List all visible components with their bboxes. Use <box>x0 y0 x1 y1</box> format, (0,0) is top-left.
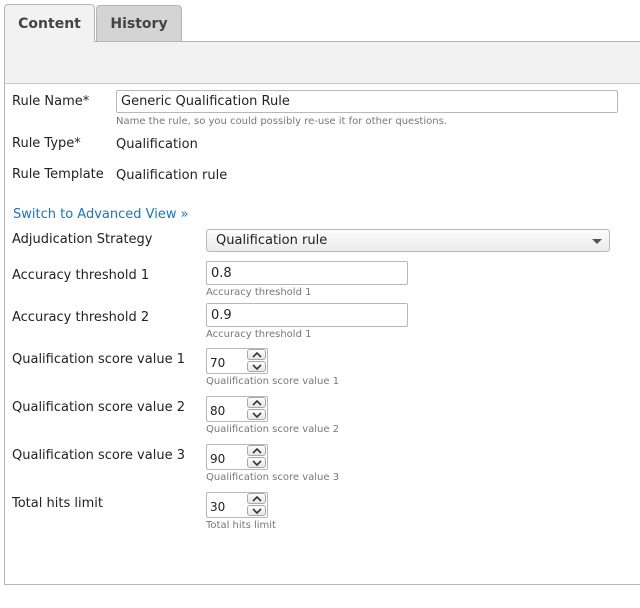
chevron-down-icon <box>252 412 262 418</box>
total-hits-limit-hint: Total hits limit <box>206 520 276 531</box>
spin-down-button[interactable] <box>247 409 266 420</box>
tab-content[interactable]: Content <box>4 4 95 42</box>
spin-up-button[interactable] <box>247 493 266 504</box>
rule-type-value: Qualification <box>116 137 198 152</box>
chevron-up-icon <box>252 448 262 454</box>
adjudication-strategy-select[interactable]: Qualification rule <box>206 229 610 252</box>
accuracy-threshold-2-hint: Accuracy threshold 1 <box>206 329 312 340</box>
qualification-score-1-stepper[interactable] <box>206 348 268 374</box>
spin-up-button[interactable] <box>247 349 266 360</box>
total-hits-limit-label: Total hits limit <box>12 496 103 511</box>
qualification-score-3-hint: Qualification score value 3 <box>206 472 340 483</box>
qualification-score-1-hint: Qualification score value 1 <box>206 376 340 387</box>
accuracy-threshold-2-input[interactable] <box>206 303 408 327</box>
spin-down-button[interactable] <box>247 361 266 372</box>
spin-down-button[interactable] <box>247 505 266 516</box>
spin-up-button[interactable] <box>247 445 266 456</box>
qualification-score-3-label: Qualification score value 3 <box>12 448 185 463</box>
accuracy-threshold-1-label: Accuracy threshold 1 <box>12 268 150 283</box>
qualification-score-2-stepper[interactable] <box>206 396 268 422</box>
total-hits-limit-stepper[interactable] <box>206 492 268 518</box>
accuracy-threshold-1-hint: Accuracy threshold 1 <box>206 287 312 298</box>
accuracy-threshold-1-input[interactable] <box>206 261 408 285</box>
chevron-up-icon <box>252 496 262 502</box>
qualification-score-1-label: Qualification score value 1 <box>12 352 185 367</box>
tab-history[interactable]: History <box>96 5 182 41</box>
panel-header <box>5 42 640 84</box>
spin-up-button[interactable] <box>247 397 266 408</box>
accuracy-threshold-2-label: Accuracy threshold 2 <box>12 310 150 325</box>
rule-type-label: Rule Type* <box>12 136 81 151</box>
qualification-score-2-hint: Qualification score value 2 <box>206 424 340 435</box>
rule-name-label: Rule Name* <box>12 94 90 109</box>
rule-name-input[interactable] <box>116 90 618 113</box>
chevron-down-icon <box>252 508 262 514</box>
rule-name-hint: Name the rule, so you could possibly re-… <box>116 116 447 127</box>
adjudication-strategy-value: Qualification rule <box>216 233 328 248</box>
qualification-score-3-stepper[interactable] <box>206 444 268 470</box>
chevron-up-icon <box>252 352 262 358</box>
adjudication-strategy-label: Adjudication Strategy <box>12 232 153 247</box>
chevron-up-icon <box>252 400 262 406</box>
chevron-down-icon <box>252 364 262 370</box>
rule-template-value: Qualification rule <box>116 168 228 183</box>
qualification-score-2-label: Qualification score value 2 <box>12 400 185 415</box>
rule-template-label: Rule Template <box>12 167 104 182</box>
spin-down-button[interactable] <box>247 457 266 468</box>
switch-advanced-view-link[interactable]: Switch to Advanced View » <box>13 207 189 222</box>
chevron-down-icon <box>252 460 262 466</box>
caret-down-icon <box>592 239 602 244</box>
